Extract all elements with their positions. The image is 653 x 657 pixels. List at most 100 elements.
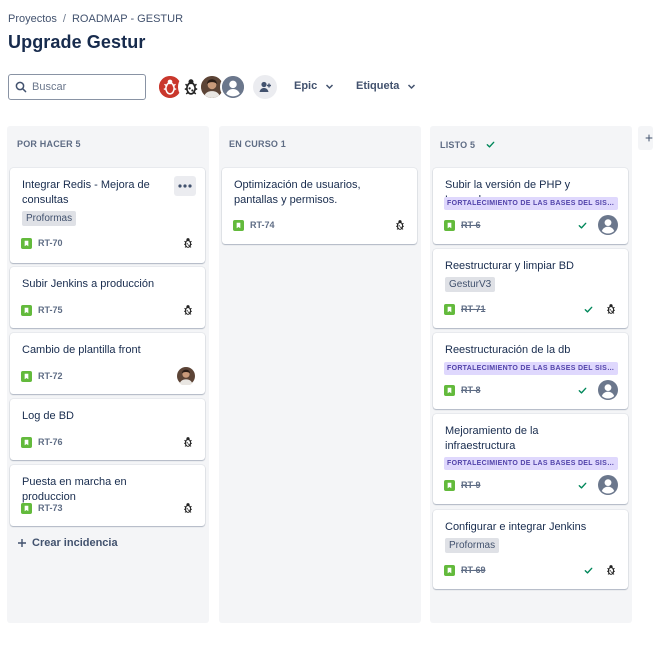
chevron-down-icon	[408, 83, 416, 89]
story-icon	[444, 220, 455, 231]
issue-title: Integrar Redis - Mejora de consultas	[22, 179, 150, 206]
more-actions-button[interactable]	[174, 176, 196, 196]
issue-title: Configurar e integrar Jenkins	[445, 521, 587, 533]
issue-title: Reestructuración de la db	[445, 344, 571, 356]
check-icon	[485, 139, 496, 150]
bug-avatar-icon[interactable]	[181, 501, 195, 515]
issue-label[interactable]: Proformas	[445, 538, 500, 553]
bug-avatar-icon[interactable]	[604, 563, 618, 577]
epic-filter[interactable]: Epic	[294, 80, 334, 92]
column-title: EN CURSO 1	[229, 139, 287, 149]
issue-card[interactable]: Cambio de plantilla front RT-72	[10, 333, 205, 394]
column-header: POR HACER 5	[17, 139, 81, 149]
issue-card[interactable]: Integrar Redis - Mejora de consultas Pro…	[10, 168, 205, 263]
column-title: LISTO 5	[440, 139, 476, 150]
breadcrumb: Proyectos / ROADMAP - GESTUR	[8, 13, 183, 25]
search-box[interactable]	[8, 74, 146, 100]
epic-badge[interactable]: FORTALECIMIENTO DE LAS BASES DEL SISTEMA	[444, 197, 618, 210]
create-issue-button[interactable]: Crear incidencia	[17, 537, 118, 549]
issue-key[interactable]: RT-76	[38, 437, 63, 447]
issue-footer: RT-8	[444, 382, 618, 398]
issue-key[interactable]: RT-70	[38, 238, 63, 248]
check-icon	[583, 565, 594, 576]
epic-filter-label: Epic	[294, 80, 318, 92]
issue-card[interactable]: Configurar e integrar Jenkins Proformas …	[433, 510, 628, 589]
more-icon	[178, 184, 192, 188]
column-header: LISTO 5	[440, 139, 496, 150]
issue-key[interactable]: RT-8	[461, 385, 481, 395]
issue-title: Subir Jenkins a producción	[22, 278, 155, 290]
issue-key[interactable]: RT-74	[250, 220, 275, 230]
issue-key[interactable]: RT-9	[461, 480, 481, 490]
issue-footer: RT-71	[444, 301, 618, 317]
bug-avatar-icon[interactable]	[604, 302, 618, 316]
column-done: LISTO 5 Subir la versión de PHP y Larave…	[430, 126, 632, 623]
epic-badge[interactable]: FORTALECIMIENTO DE LAS BASES DEL SISTEMA	[444, 457, 618, 470]
user-avatar-icon[interactable]	[598, 380, 618, 400]
issue-card[interactable]: Puesta en marcha en produccion RT-73	[10, 465, 205, 526]
avatar-user-4[interactable]	[220, 74, 246, 100]
story-icon	[444, 304, 455, 315]
bug-avatar-icon[interactable]	[181, 303, 195, 317]
assignee-avatars	[157, 74, 246, 100]
add-column-button[interactable]	[638, 126, 653, 150]
issue-card[interactable]: Mejoramiento de la infraestructura FORTA…	[433, 414, 628, 504]
add-people-button[interactable]	[253, 75, 277, 99]
breadcrumb-separator: /	[62, 13, 66, 25]
story-icon	[21, 305, 32, 316]
label-filter[interactable]: Etiqueta	[356, 80, 416, 92]
bug-avatar-icon[interactable]	[181, 435, 195, 449]
issue-key[interactable]: RT-75	[38, 305, 63, 315]
user-avatar-icon[interactable]	[598, 215, 618, 235]
column-in-progress: EN CURSO 1 Optimización de usuarios, pan…	[219, 126, 421, 623]
issue-card[interactable]: Subir la versión de PHP y Laravel FORTAL…	[433, 168, 628, 244]
story-icon	[444, 565, 455, 576]
issue-title: Reestructurar y limpiar BD	[445, 260, 574, 272]
issue-footer: RT-75	[21, 302, 195, 318]
story-icon	[21, 437, 32, 448]
story-icon	[21, 371, 32, 382]
user-avatar-icon[interactable]	[598, 475, 618, 495]
issue-footer: RT-6	[444, 217, 618, 233]
issue-title: Optimización de usuarios, pantallas y pe…	[234, 179, 361, 206]
column-title: POR HACER 5	[17, 139, 81, 149]
story-icon	[233, 220, 244, 231]
chevron-down-icon	[326, 83, 334, 89]
issue-key[interactable]: RT-6	[461, 220, 481, 230]
issue-key[interactable]: RT-73	[38, 503, 63, 513]
add-people-icon	[259, 81, 271, 92]
issue-card[interactable]: Optimización de usuarios, pantallas y pe…	[222, 168, 417, 244]
issue-title: Cambio de plantilla front	[22, 344, 141, 356]
issue-key[interactable]: RT-69	[461, 565, 486, 575]
breadcrumb-project[interactable]: ROADMAP - GESTUR	[72, 13, 183, 25]
user-photo-icon[interactable]	[177, 367, 195, 385]
page-title: Upgrade Gestur	[8, 32, 146, 52]
check-icon	[577, 220, 588, 231]
bug-avatar-icon[interactable]	[393, 218, 407, 232]
issue-card[interactable]: Reestructuración de la db FORTALECIMIENT…	[433, 333, 628, 409]
breadcrumb-projects[interactable]: Proyectos	[8, 13, 57, 25]
bug-avatar-icon[interactable]	[181, 236, 195, 250]
story-icon	[21, 238, 32, 249]
issue-card[interactable]: Log de BD RT-76	[10, 399, 205, 460]
story-icon	[21, 503, 32, 514]
story-icon	[444, 385, 455, 396]
story-icon	[444, 480, 455, 491]
issue-footer: RT-76	[21, 434, 195, 450]
issue-label[interactable]: GesturV3	[445, 277, 496, 292]
check-icon	[577, 480, 588, 491]
label-filter-label: Etiqueta	[356, 80, 400, 92]
issue-card[interactable]: Reestructurar y limpiar BD GesturV3 RT-7…	[433, 249, 628, 328]
issue-label[interactable]: Proformas	[22, 211, 77, 226]
plus-icon	[645, 134, 653, 142]
epic-badge[interactable]: FORTALECIMIENTO DE LAS BASES DEL SISTEMA	[444, 362, 618, 375]
check-icon	[577, 385, 588, 396]
column-header: EN CURSO 1	[229, 139, 286, 149]
issue-footer: RT-69	[444, 562, 618, 578]
issue-key[interactable]: RT-71	[461, 304, 486, 314]
issue-footer: RT-72	[21, 368, 195, 384]
issue-card[interactable]: Subir Jenkins a producción RT-75	[10, 267, 205, 328]
issue-title: Log de BD	[22, 410, 74, 422]
issue-key[interactable]: RT-72	[38, 371, 63, 381]
search-input[interactable]	[32, 81, 132, 93]
